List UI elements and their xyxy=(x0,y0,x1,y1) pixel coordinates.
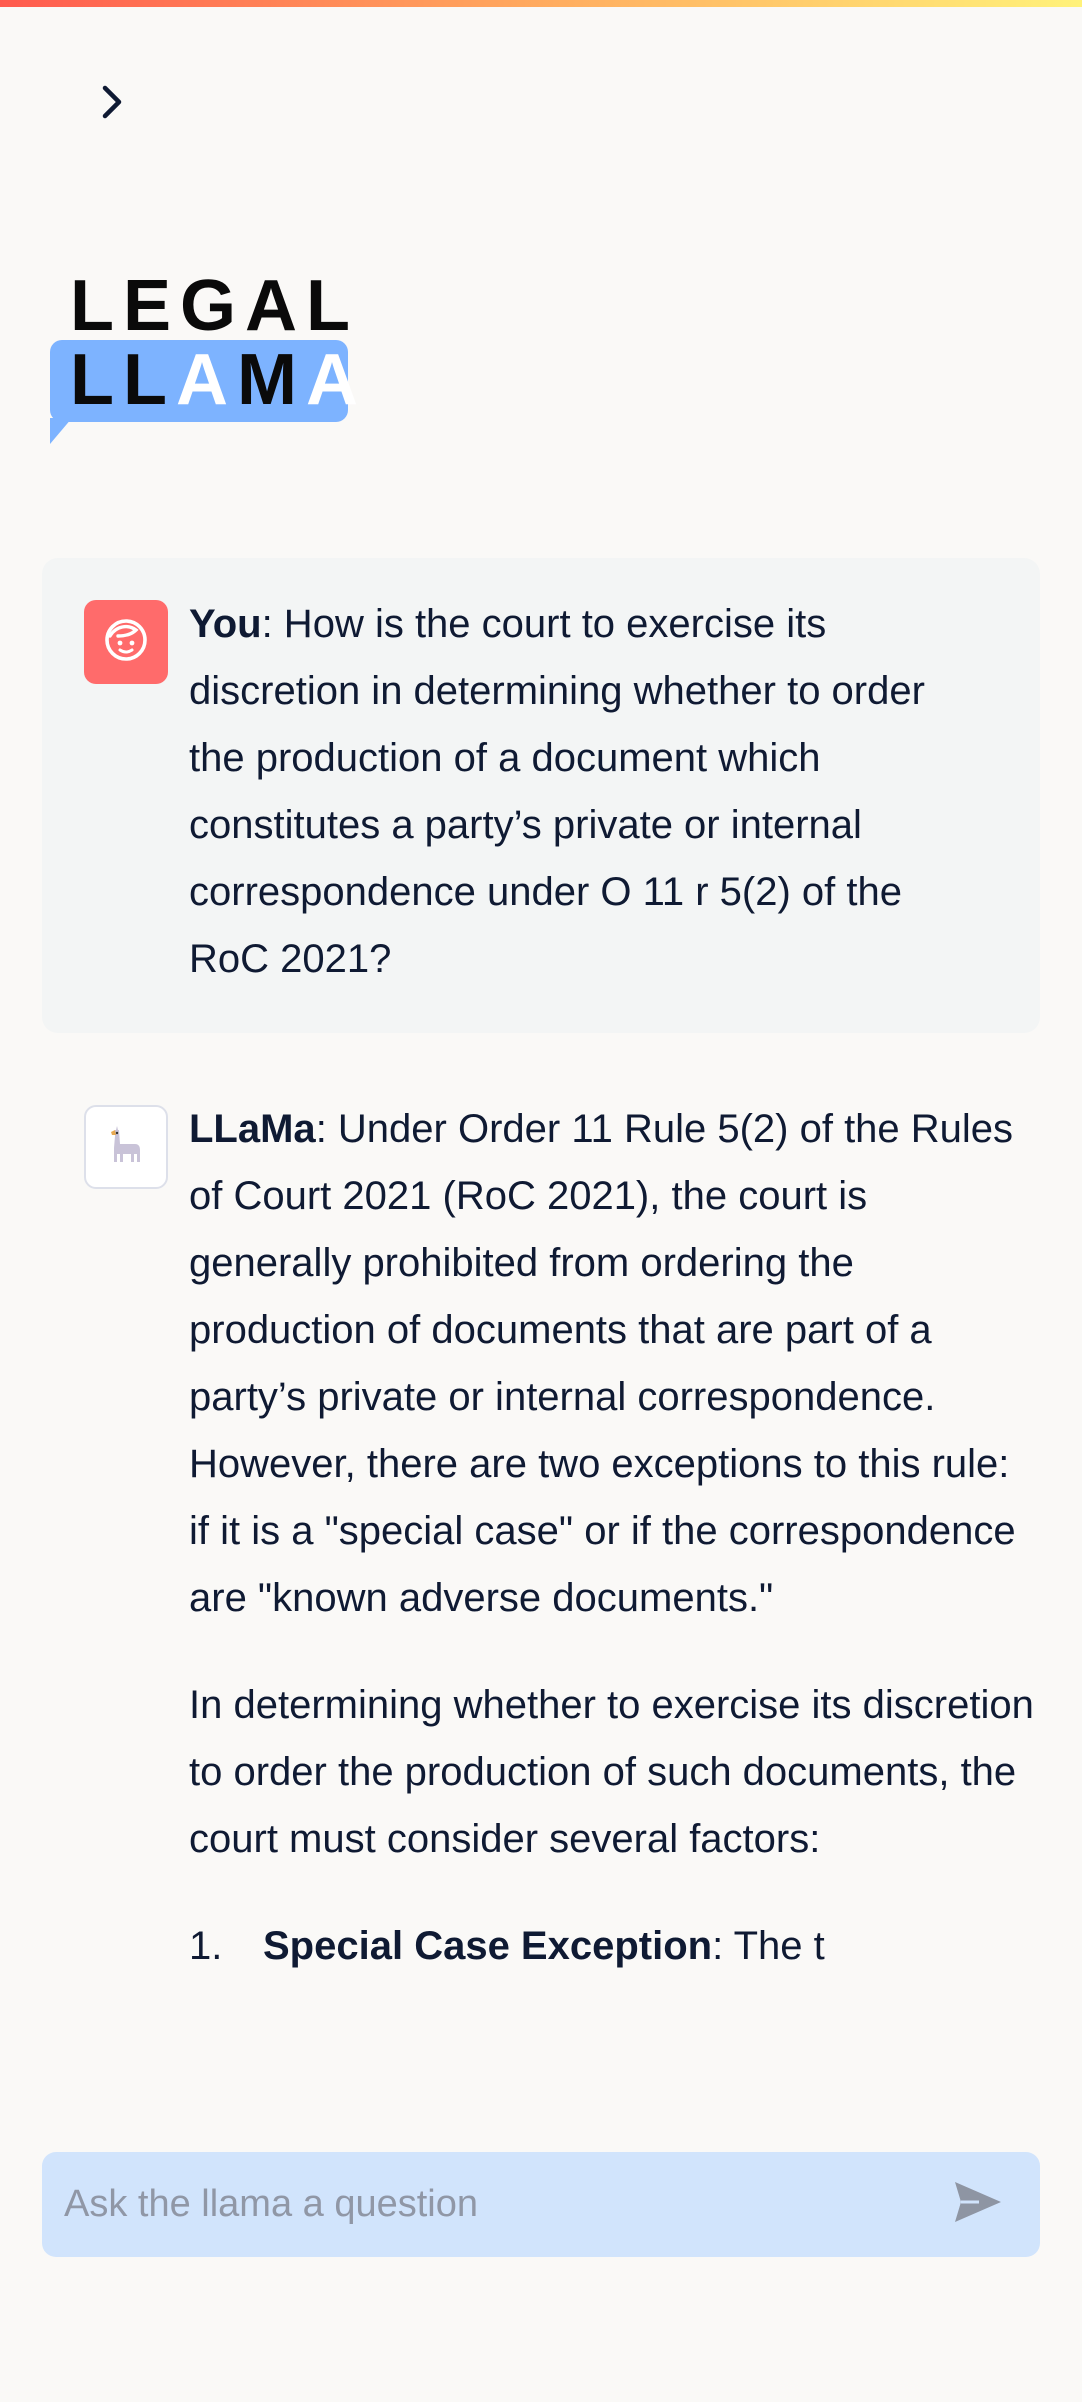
user-face-icon xyxy=(102,616,150,669)
bot-message: LLaMa: Under Order 11 Rule 5(2) of the R… xyxy=(42,1033,1040,1980)
send-button[interactable] xyxy=(938,2165,1018,2245)
user-sender-label: You xyxy=(189,602,262,646)
bot-paragraph-2: In determining whether to exercise its d… xyxy=(189,1683,1034,1861)
logo-text-llama: LLAMA xyxy=(70,340,367,420)
user-avatar xyxy=(84,600,168,684)
legal-llama-logo: LEGAL LLAMA xyxy=(50,270,360,460)
question-input-bar xyxy=(42,2152,1040,2257)
user-message-text: You: How is the court to exercise its di… xyxy=(189,591,980,993)
bot-factor-list: 1. Special Case Exception: The t xyxy=(189,1913,1040,1980)
list-item: 1. Special Case Exception: The t xyxy=(189,1924,825,1968)
expand-sidebar-button[interactable] xyxy=(88,78,136,130)
user-message: You: How is the court to exercise its di… xyxy=(42,558,1040,1033)
bot-message-text: LLaMa: Under Order 11 Rule 5(2) of the R… xyxy=(189,1096,1040,1980)
send-icon xyxy=(953,2180,1003,2229)
question-input[interactable] xyxy=(42,2152,938,2257)
bot-sender-label: LLaMa xyxy=(189,1107,316,1151)
chevron-right-icon xyxy=(101,84,123,125)
llama-icon xyxy=(103,1122,149,1173)
logo-text-legal: LEGAL xyxy=(70,266,359,346)
user-message-body: : How is the court to exercise its discr… xyxy=(189,602,925,981)
logo-speech-bubble-tail xyxy=(50,418,72,444)
top-accent-bar xyxy=(0,0,1082,7)
chat-thread[interactable]: You: How is the court to exercise its di… xyxy=(42,558,1040,2103)
bot-avatar xyxy=(84,1105,168,1189)
bot-paragraph-1: LLaMa: Under Order 11 Rule 5(2) of the R… xyxy=(189,1107,1016,1620)
